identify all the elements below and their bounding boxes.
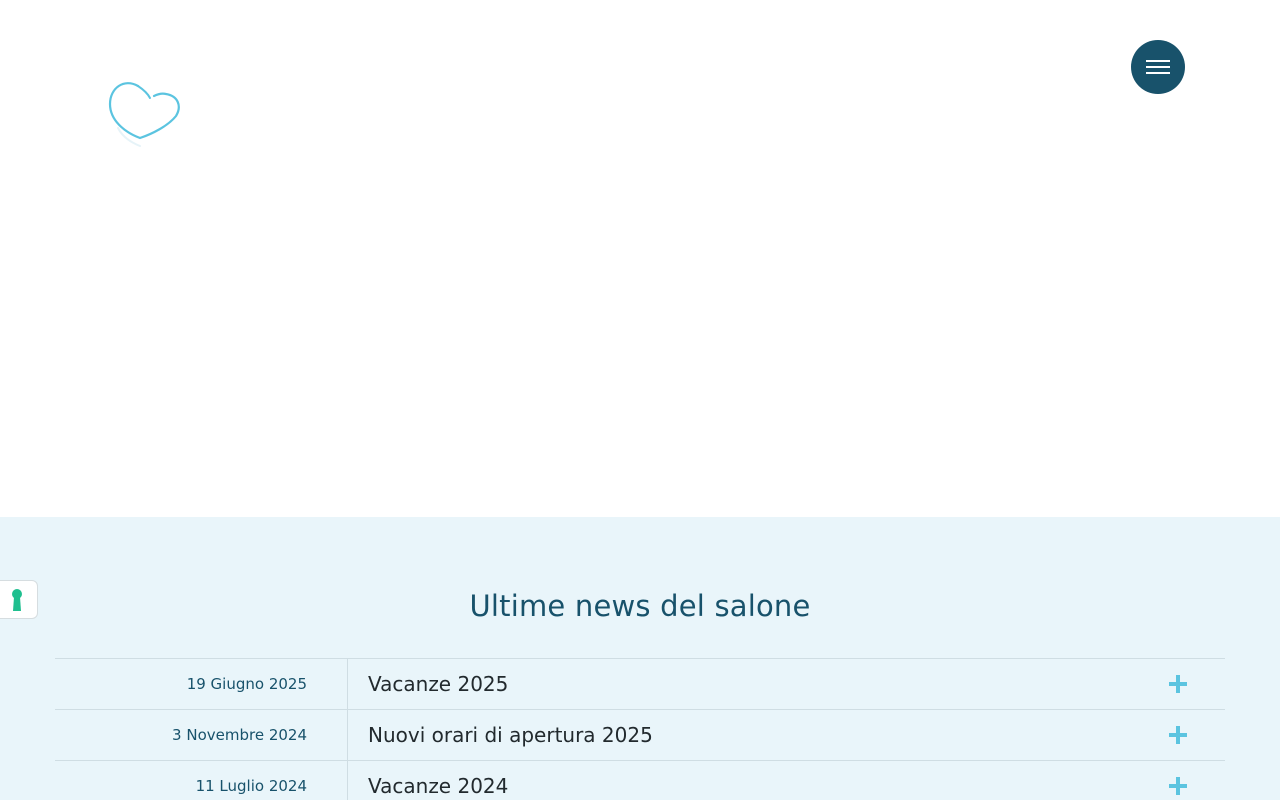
plus-icon[interactable]: [1169, 675, 1187, 693]
news-list: 19 Giugno 2025 Vacanze 2025 3 Novembre 2…: [55, 658, 1225, 800]
news-section-title: Ultime news del salone: [469, 589, 811, 623]
news-item[interactable]: 11 Luglio 2024 Vacanze 2024: [55, 761, 1225, 800]
plus-icon[interactable]: [1169, 726, 1187, 744]
hamburger-icon: [1146, 60, 1170, 74]
keyhole-icon: [12, 588, 22, 611]
news-item-title[interactable]: Vacanze 2025: [368, 659, 508, 709]
news-item[interactable]: 3 Novembre 2024 Nuovi orari di apertura …: [55, 710, 1225, 761]
page: Ultime news del salone 19 Giugno 2025 Va…: [0, 0, 1280, 800]
news-section: Ultime news del salone 19 Giugno 2025 Va…: [0, 517, 1280, 800]
news-item-divider: [347, 761, 348, 800]
news-item-date: 19 Giugno 2025: [186, 675, 307, 693]
news-item-divider: [347, 659, 348, 709]
news-item-divider: [347, 710, 348, 760]
site-logo[interactable]: [104, 76, 184, 162]
privacy-settings-button[interactable]: [0, 580, 38, 619]
news-item[interactable]: 19 Giugno 2025 Vacanze 2025: [55, 659, 1225, 710]
heart-logo-icon: [108, 82, 180, 147]
news-item-title[interactable]: Nuovi orari di apertura 2025: [368, 710, 653, 760]
news-item-date: 3 Novembre 2024: [172, 726, 307, 744]
news-item-date: 11 Luglio 2024: [195, 777, 307, 795]
news-item-title[interactable]: Vacanze 2024: [368, 761, 508, 800]
plus-icon[interactable]: [1169, 777, 1187, 795]
hero-section: [0, 0, 1280, 517]
menu-button[interactable]: [1131, 40, 1185, 94]
